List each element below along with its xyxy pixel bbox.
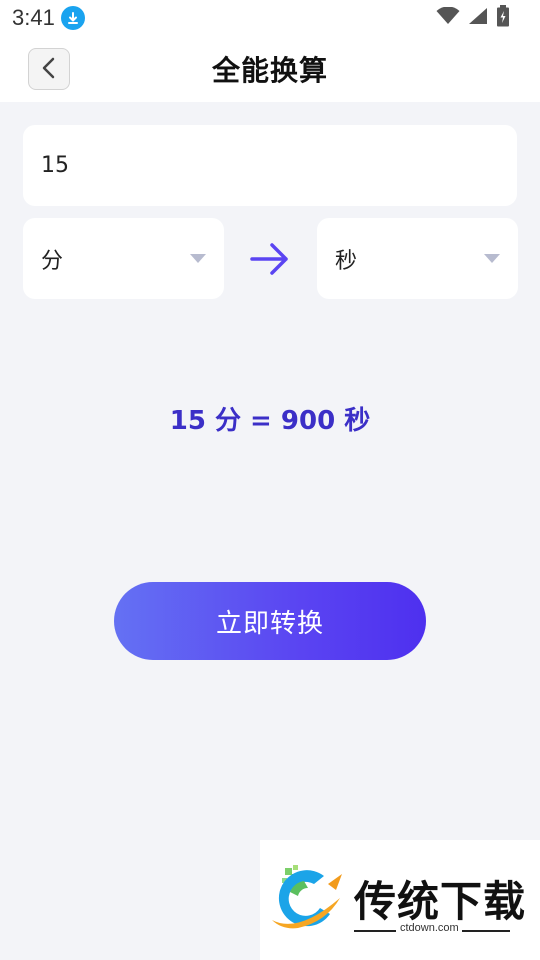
amount-input-card xyxy=(23,125,517,206)
page-title: 全能换算 xyxy=(211,54,328,87)
battery-icon xyxy=(496,5,510,31)
to-unit-select[interactable]: 秒 xyxy=(317,218,518,299)
watermark-logo-icon xyxy=(268,862,348,942)
to-unit-label: 秒 xyxy=(335,248,358,274)
watermark-rule-right xyxy=(462,930,510,932)
app-header: 全能换算 xyxy=(0,36,540,102)
signal-icon xyxy=(468,7,488,29)
download-icon xyxy=(60,6,85,30)
convert-button[interactable]: 立即转换 xyxy=(114,582,426,660)
status-bar: 3:41 xyxy=(0,0,540,36)
amount-input[interactable] xyxy=(41,153,481,178)
triangle-down-icon xyxy=(190,249,206,268)
watermark-url: ctdown.com xyxy=(400,922,459,934)
conversion-result: 15 分 = 900 秒 xyxy=(169,406,371,436)
watermark-text: 传统下载 xyxy=(354,877,527,926)
chevron-left-icon xyxy=(41,57,57,82)
watermark: 传统下载 ctdown.com xyxy=(260,840,540,960)
watermark-rule-left xyxy=(354,930,396,932)
status-right xyxy=(436,5,510,31)
back-button[interactable] xyxy=(28,48,70,90)
status-time: 3:41 xyxy=(12,5,55,30)
triangle-down-icon xyxy=(484,249,500,268)
from-unit-select[interactable]: 分 xyxy=(23,218,224,299)
wifi-icon xyxy=(436,6,460,29)
from-unit-label: 分 xyxy=(41,248,64,274)
status-left: 3:41 xyxy=(12,5,85,31)
arrow-right-icon xyxy=(248,240,292,278)
